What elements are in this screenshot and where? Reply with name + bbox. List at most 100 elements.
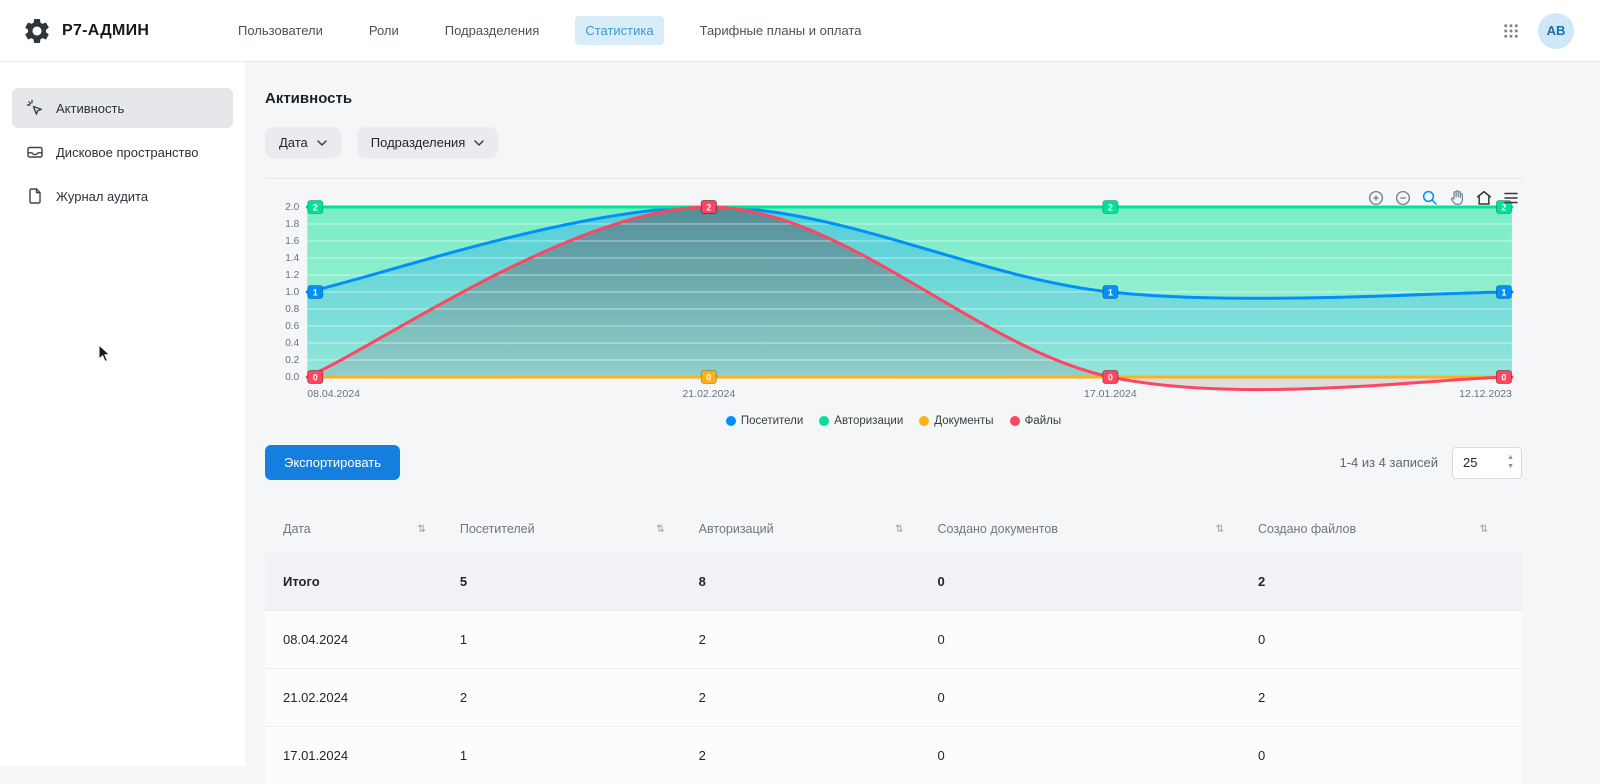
nav-item-statistics[interactable]: Статистика <box>575 16 663 45</box>
column-header-authorizations[interactable]: Авторизаций⇅ <box>699 522 938 536</box>
nav-item-departments[interactable]: Подразделения <box>435 16 550 45</box>
cell-visitors: 2 <box>460 690 699 705</box>
home-reset-icon[interactable] <box>1475 189 1493 207</box>
cell-files: 0 <box>1258 632 1522 647</box>
legend-dot-orange <box>919 416 929 426</box>
chart-menu-icon[interactable] <box>1502 189 1520 207</box>
table-row: 08.04.2024 1 2 0 0 <box>265 610 1522 668</box>
svg-text:0.4: 0.4 <box>285 338 299 349</box>
cell-date: 17.01.2024 <box>265 748 460 763</box>
sort-icon: ⇅ <box>1216 524 1224 535</box>
svg-text:0: 0 <box>1108 373 1113 383</box>
column-header-date[interactable]: Дата⇅ <box>265 522 460 536</box>
top-nav: Пользователи Роли Подразделения Статисти… <box>228 16 871 45</box>
nav-item-roles[interactable]: Роли <box>359 16 409 45</box>
cell-files: 0 <box>1258 748 1522 763</box>
legend-label: Файлы <box>1025 415 1062 427</box>
legend-item-authorizations[interactable]: Авторизации <box>819 415 903 427</box>
svg-text:08.04.2024: 08.04.2024 <box>307 388 360 400</box>
sidebar-item-disk-space[interactable]: Дисковое пространство <box>12 132 233 172</box>
activity-table: Дата⇅ Посетителей⇅ Авторизаций⇅ Создано … <box>265 506 1522 784</box>
svg-text:1.8: 1.8 <box>285 219 299 230</box>
cell-visitors: 1 <box>460 748 699 763</box>
table-row: 17.01.2024 1 2 0 0 <box>265 726 1522 784</box>
topbar: Р7-АДМИН Пользователи Роли Подразделения… <box>0 0 1600 62</box>
actions-row: Экспортировать 1-4 из 4 записей 25 ▲▼ <box>265 445 1522 480</box>
svg-text:1: 1 <box>313 288 318 298</box>
svg-text:1.2: 1.2 <box>285 270 299 281</box>
cell-authorizations: 8 <box>699 574 938 589</box>
svg-text:0.6: 0.6 <box>285 321 299 332</box>
audit-log-icon <box>26 187 44 205</box>
column-header-visitors[interactable]: Посетителей⇅ <box>460 522 699 536</box>
departments-filter-button[interactable]: Подразделения <box>357 127 499 158</box>
gear-logo-icon <box>22 16 52 46</box>
svg-text:0.0: 0.0 <box>285 372 299 383</box>
legend-label: Посетители <box>741 415 803 427</box>
sort-icon: ⇅ <box>417 524 425 535</box>
pan-hand-icon[interactable] <box>1448 189 1466 207</box>
column-header-documents-created[interactable]: Создано документов⇅ <box>937 522 1258 536</box>
export-button[interactable]: Экспортировать <box>265 445 400 480</box>
svg-text:1: 1 <box>1108 288 1113 298</box>
cell-documents: 0 <box>937 748 1258 763</box>
sidebar: Активность Дисковое пространство Журнал … <box>0 62 245 766</box>
svg-text:2.0: 2.0 <box>285 202 299 213</box>
legend-item-visitors[interactable]: Посетители <box>726 415 803 427</box>
activity-chart-wrapper: 12112222000002000.00.20.40.60.81.01.21.4… <box>265 195 1522 427</box>
legend-item-documents[interactable]: Документы <box>919 415 993 427</box>
activity-area-chart[interactable]: 12112222000002000.00.20.40.60.81.01.21.4… <box>265 195 1522 409</box>
svg-text:0: 0 <box>313 373 318 383</box>
sidebar-item-label: Журнал аудита <box>56 189 148 204</box>
legend-item-files[interactable]: Файлы <box>1010 415 1062 427</box>
cell-files: 2 <box>1258 574 1522 589</box>
date-filter-button[interactable]: Дата <box>265 127 341 158</box>
table-row-total: Итого 5 8 0 2 <box>265 552 1522 610</box>
apps-grid-icon[interactable] <box>1502 22 1520 40</box>
chart-legend: Посетители Авторизации Документы Файлы <box>265 415 1522 427</box>
selection-zoom-icon[interactable] <box>1421 189 1439 207</box>
cell-visitors: 1 <box>460 632 699 647</box>
logo-text: Р7-АДМИН <box>62 22 149 40</box>
svg-text:0.2: 0.2 <box>285 355 299 366</box>
nav-item-users[interactable]: Пользователи <box>228 16 333 45</box>
chart-toolbar <box>1367 189 1520 207</box>
table-header: Дата⇅ Посетителей⇅ Авторизаций⇅ Создано … <box>265 506 1522 552</box>
sidebar-item-activity[interactable]: Активность <box>12 88 233 128</box>
svg-text:1.6: 1.6 <box>285 236 299 247</box>
svg-text:0: 0 <box>706 373 711 383</box>
legend-dot-green <box>819 416 829 426</box>
legend-label: Авторизации <box>834 415 903 427</box>
disk-icon <box>26 143 44 161</box>
sort-icon: ⇅ <box>1480 524 1488 535</box>
filters-row: Дата Подразделения <box>265 127 1522 158</box>
legend-dot-red <box>1010 416 1020 426</box>
zoom-in-icon[interactable] <box>1367 189 1385 207</box>
sidebar-item-audit-log[interactable]: Журнал аудита <box>12 176 233 216</box>
activity-icon <box>26 99 44 117</box>
page-size-select[interactable]: 25 ▲▼ <box>1452 447 1522 479</box>
svg-text:0.8: 0.8 <box>285 304 299 315</box>
sidebar-item-label: Активность <box>56 101 124 116</box>
legend-label: Документы <box>934 415 993 427</box>
avatar[interactable]: АВ <box>1538 13 1574 49</box>
sort-icon: ⇅ <box>656 524 664 535</box>
cell-date: 08.04.2024 <box>265 632 460 647</box>
nav-item-tariffs[interactable]: Тарифные планы и оплата <box>690 16 872 45</box>
topbar-right: АВ <box>1502 13 1574 49</box>
zoom-out-icon[interactable] <box>1394 189 1412 207</box>
column-header-files-created[interactable]: Создано файлов⇅ <box>1258 522 1522 536</box>
cell-documents: 0 <box>937 574 1258 589</box>
svg-text:1.4: 1.4 <box>285 253 299 264</box>
legend-dot-blue <box>726 416 736 426</box>
cell-files: 2 <box>1258 690 1522 705</box>
cell-visitors: 5 <box>460 574 699 589</box>
app-logo: Р7-АДМИН <box>22 16 228 46</box>
chevron-down-icon <box>317 140 327 146</box>
svg-text:17.01.2024: 17.01.2024 <box>1084 388 1137 400</box>
svg-text:0: 0 <box>1501 373 1506 383</box>
svg-text:1.0: 1.0 <box>285 287 299 298</box>
cell-date: 21.02.2024 <box>265 690 460 705</box>
cell-authorizations: 2 <box>699 632 938 647</box>
svg-text:2: 2 <box>313 203 318 213</box>
